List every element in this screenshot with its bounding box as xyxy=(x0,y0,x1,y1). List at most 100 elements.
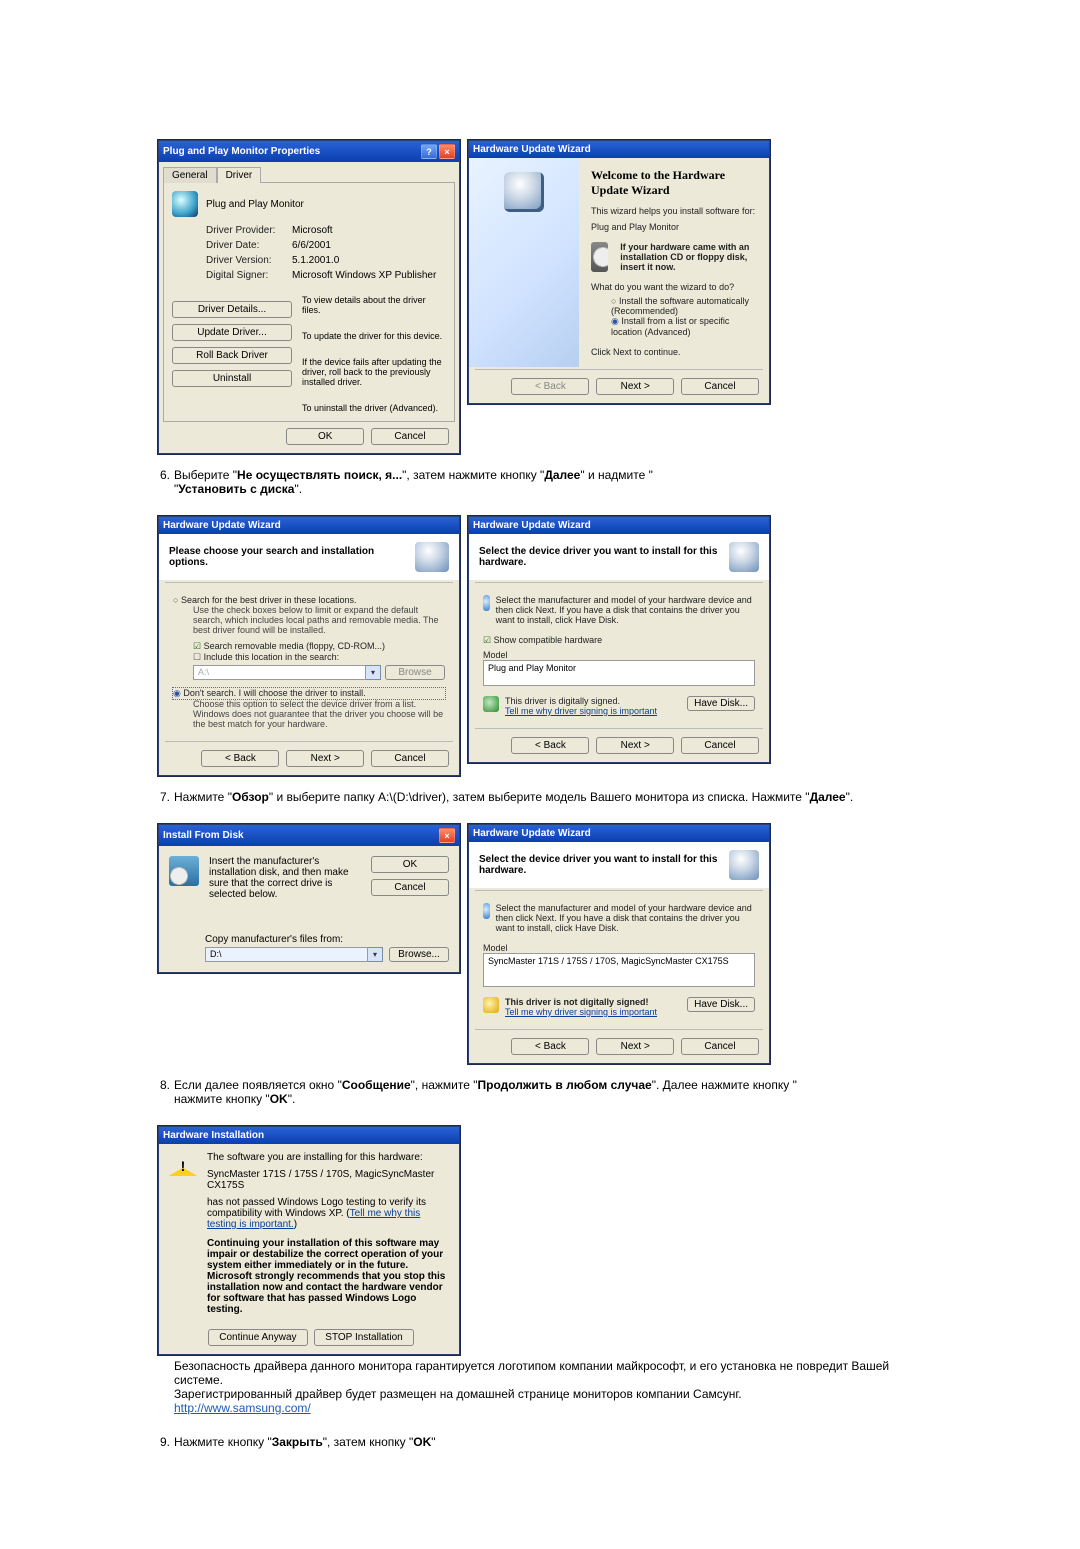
rollback-driver-button[interactable]: Roll Back Driver xyxy=(172,347,292,364)
tab-driver[interactable]: Driver xyxy=(217,167,262,183)
cancel-button[interactable]: Cancel xyxy=(371,879,449,896)
wizard-icon xyxy=(729,542,759,572)
value: 5.1.2001.0 xyxy=(292,255,339,266)
radio-list-install[interactable]: Install from a list or specific location… xyxy=(611,316,757,337)
question: What do you want the wizard to do? xyxy=(591,282,757,292)
warn-text: This driver is not digitally signed! xyxy=(505,997,681,1007)
text: has not passed Windows Logo testing to v… xyxy=(207,1197,449,1230)
radio-auto-install[interactable]: Install the software automatically (Reco… xyxy=(611,296,757,316)
step-text: Выберите "Не осуществлять поиск, я...", … xyxy=(174,468,930,496)
next-button[interactable]: Next > xyxy=(596,378,674,395)
check-show-compatible[interactable]: Show compatible hardware xyxy=(483,635,755,646)
warning-text: Continuing your installation of this sof… xyxy=(207,1238,449,1315)
radio-search-best[interactable]: Search for the best driver in these loca… xyxy=(173,595,445,605)
cd-note: If your hardware came with an installati… xyxy=(620,242,757,272)
close-button[interactable]: × xyxy=(439,828,455,843)
back-button[interactable]: < Back xyxy=(511,1038,589,1055)
samsung-link[interactable]: http://www.samsung.com/ xyxy=(174,1401,930,1415)
cancel-button[interactable]: Cancel xyxy=(681,737,759,754)
monitor-icon xyxy=(172,191,198,217)
text: Insert the manufacturer's installation d… xyxy=(209,856,361,900)
have-disk-button[interactable]: Have Disk... xyxy=(687,696,755,711)
next-button[interactable]: Next > xyxy=(596,737,674,754)
model-list[interactable]: Plug and Play Monitor xyxy=(483,660,755,686)
wizard-select-driver-unsigned: Hardware Update Wizard Select the device… xyxy=(468,824,770,1064)
wizard-search-options: Hardware Update Wizard Please choose you… xyxy=(158,516,460,776)
label: Driver Provider: xyxy=(206,225,292,236)
path-input[interactable]: D:\ xyxy=(205,947,368,962)
hardware-installation-warning: Hardware Installation The software you a… xyxy=(158,1126,460,1355)
ok-button[interactable]: OK xyxy=(286,428,364,445)
signed-icon xyxy=(483,696,499,712)
continue-anyway-button[interactable]: Continue Anyway xyxy=(208,1329,307,1346)
desc: If the device fails after updating the d… xyxy=(302,357,446,387)
cancel-button[interactable]: Cancel xyxy=(371,750,449,767)
text: Безопасность драйвера данного монитора г… xyxy=(174,1359,930,1387)
value: Microsoft xyxy=(292,225,333,236)
tab-general[interactable]: General xyxy=(163,167,217,183)
uninstall-button[interactable]: Uninstall xyxy=(172,370,292,387)
desc: Choose this option to select the device … xyxy=(193,699,445,729)
cancel-button[interactable]: Cancel xyxy=(371,428,449,445)
install-from-disk-dialog: Install From Disk × Insert the manufactu… xyxy=(158,824,460,973)
signing-info-link[interactable]: Tell me why driver signing is important xyxy=(505,1007,681,1017)
text: Зарегистрированный драйвер будет размеще… xyxy=(174,1387,930,1401)
have-disk-button[interactable]: Have Disk... xyxy=(687,997,755,1012)
signing-info-link[interactable]: Tell me why driver signing is important xyxy=(505,706,681,716)
label: Driver Date: xyxy=(206,240,292,251)
next-button[interactable]: Next > xyxy=(286,750,364,767)
back-button[interactable]: < Back xyxy=(201,750,279,767)
label: Model xyxy=(483,650,755,660)
close-button[interactable]: × xyxy=(439,144,455,159)
step-number: 6. xyxy=(150,468,170,482)
dialog-title: Install From Disk xyxy=(163,830,244,841)
wizard-select-driver-signed: Hardware Update Wizard Select the device… xyxy=(468,516,770,763)
driver-details-button[interactable]: Driver Details... xyxy=(172,301,292,318)
info-icon xyxy=(483,903,490,919)
label: Model xyxy=(483,943,755,953)
list-item[interactable]: SyncMaster 171S / 175S / 170S, MagicSync… xyxy=(488,956,729,966)
cd-icon xyxy=(591,242,608,272)
step-text: Если далее появляется окно "Сообщение", … xyxy=(174,1078,930,1106)
label: Driver Version: xyxy=(206,255,292,266)
stop-installation-button[interactable]: STOP Installation xyxy=(314,1329,413,1346)
radio-dont-search[interactable]: Don't search. I will choose the driver t… xyxy=(173,688,445,699)
step-number: 9. xyxy=(150,1435,170,1449)
model-list[interactable]: SyncMaster 171S / 175S / 170S, MagicSync… xyxy=(483,953,755,987)
label: Digital Signer: xyxy=(206,270,292,281)
value: 6/6/2001 xyxy=(292,240,331,251)
ok-button[interactable]: OK xyxy=(371,856,449,873)
info-icon xyxy=(483,595,490,611)
cancel-button[interactable]: Cancel xyxy=(681,378,759,395)
text: The software you are installing for this… xyxy=(207,1152,449,1163)
header: Select the device driver you want to ins… xyxy=(479,854,729,876)
chevron-down-icon: ▾ xyxy=(366,665,381,680)
header: Please choose your search and installati… xyxy=(169,546,415,568)
dialog-title: Plug and Play Monitor Properties xyxy=(163,146,320,157)
warning-icon xyxy=(483,997,499,1013)
back-button[interactable]: < Back xyxy=(511,737,589,754)
header: Select the device driver you want to ins… xyxy=(479,546,729,568)
dialog-title: Hardware Update Wizard xyxy=(473,144,591,155)
continue-hint: Click Next to continue. xyxy=(591,347,757,357)
text: This wizard helps you install software f… xyxy=(591,206,757,216)
next-button[interactable]: Next > xyxy=(596,1038,674,1055)
browse-button[interactable]: Browse... xyxy=(389,947,449,962)
desc: Use the check boxes below to limit or ex… xyxy=(193,605,445,635)
hardware-update-wizard-welcome: Hardware Update Wizard Welcome to the Ha… xyxy=(468,140,770,404)
list-item[interactable]: Plug and Play Monitor xyxy=(488,663,576,673)
chevron-down-icon[interactable]: ▾ xyxy=(368,947,383,962)
device-name: Plug and Play Monitor xyxy=(206,199,304,210)
desc: Select the manufacturer and model of you… xyxy=(496,903,755,933)
cancel-button[interactable]: Cancel xyxy=(681,1038,759,1055)
step-number: 7. xyxy=(150,790,170,804)
heading: Welcome to the Hardware Update Wizard xyxy=(591,168,757,198)
desc: To update the driver for this device. xyxy=(302,331,446,341)
disk-icon xyxy=(169,856,199,886)
update-driver-button[interactable]: Update Driver... xyxy=(172,324,292,341)
dialog-title: Hardware Update Wizard xyxy=(163,520,281,531)
help-button[interactable]: ? xyxy=(421,144,437,159)
desc: To view details about the driver files. xyxy=(302,295,446,315)
dialog-title: Hardware Installation xyxy=(163,1130,264,1141)
check-include-location: Include this location in the search: xyxy=(193,652,445,663)
